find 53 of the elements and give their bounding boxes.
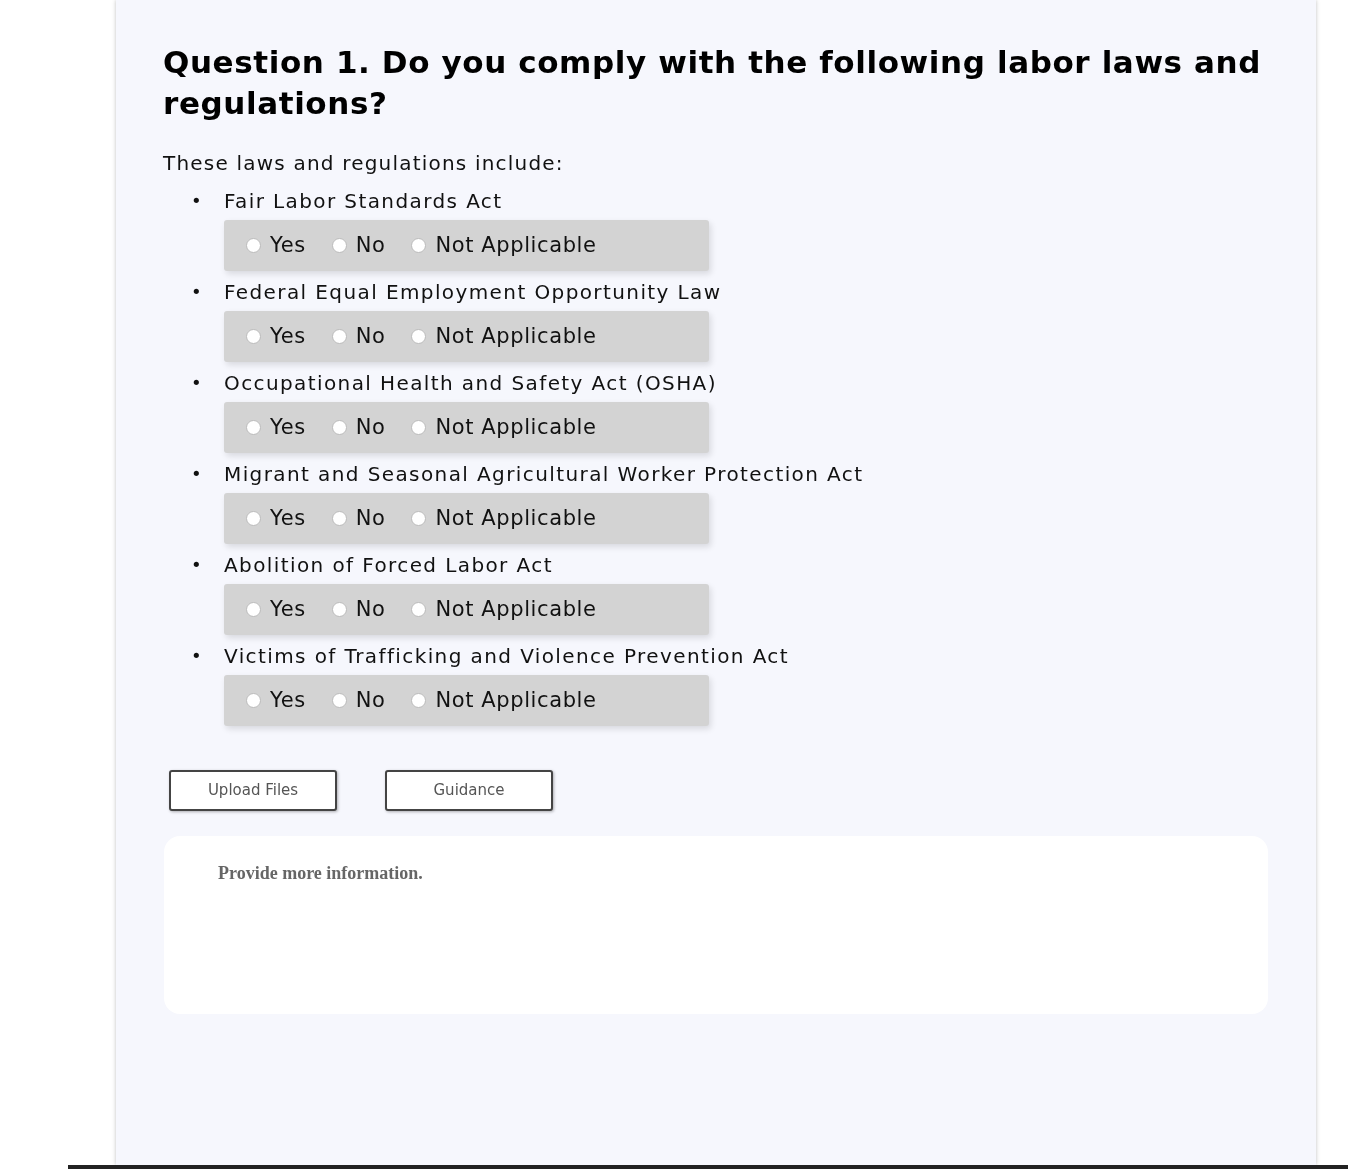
upload-files-button[interactable]: Upload Files bbox=[169, 770, 337, 811]
option-label[interactable]: No bbox=[355, 229, 386, 262]
bullet: • bbox=[191, 371, 203, 395]
bullet: • bbox=[191, 462, 203, 486]
law-name: Abolition of Forced Labor Act bbox=[224, 552, 554, 579]
radio-button[interactable] bbox=[331, 420, 347, 435]
intro-text: These laws and regulations include: bbox=[163, 150, 565, 177]
radio-button[interactable] bbox=[411, 511, 427, 526]
radio-button[interactable] bbox=[411, 238, 427, 253]
radio-button[interactable] bbox=[246, 420, 261, 435]
radio-button[interactable] bbox=[331, 329, 347, 344]
option-label[interactable]: Not Applicable bbox=[435, 502, 597, 535]
law-name: Federal Equal Employment Opportunity Law bbox=[224, 279, 723, 306]
law-name: Victims of Trafficking and Violence Prevention Act bbox=[224, 643, 790, 670]
radio-button[interactable] bbox=[246, 329, 261, 344]
radio-button[interactable] bbox=[411, 420, 427, 435]
law-name: Fair Labor Standards Act bbox=[224, 188, 504, 215]
radio-button[interactable] bbox=[246, 693, 261, 708]
radio-button[interactable] bbox=[331, 238, 347, 253]
option-label[interactable]: Not Applicable bbox=[435, 593, 597, 626]
option-label[interactable]: Yes bbox=[270, 229, 306, 262]
radio-button[interactable] bbox=[411, 329, 427, 344]
law-name: Occupational Health and Safety Act (OSHA) bbox=[224, 370, 718, 397]
option-label[interactable]: No bbox=[355, 502, 386, 535]
bullet: • bbox=[191, 553, 203, 577]
radio-button[interactable] bbox=[246, 238, 261, 253]
option-label[interactable]: Yes bbox=[270, 593, 306, 626]
radio-button[interactable] bbox=[411, 693, 427, 708]
option-label[interactable]: Yes bbox=[270, 320, 306, 353]
bullet: • bbox=[191, 644, 203, 668]
bullet: • bbox=[191, 280, 203, 304]
guidance-button[interactable]: Guidance bbox=[385, 770, 553, 811]
option-label[interactable]: Not Applicable bbox=[435, 411, 597, 444]
bullet: • bbox=[191, 189, 203, 213]
radio-button[interactable] bbox=[331, 602, 347, 617]
option-label[interactable]: Yes bbox=[270, 411, 306, 444]
details-field[interactable]: Provide more information. bbox=[164, 836, 1268, 1014]
radio-button[interactable] bbox=[331, 511, 347, 526]
radio-button[interactable] bbox=[246, 511, 261, 526]
radio-button[interactable] bbox=[411, 602, 427, 617]
option-label[interactable]: Not Applicable bbox=[435, 684, 597, 717]
option-label[interactable]: Not Applicable bbox=[435, 229, 597, 262]
option-label[interactable]: Not Applicable bbox=[435, 320, 597, 353]
option-label[interactable]: No bbox=[355, 593, 386, 626]
law-name: Migrant and Seasonal Agricultural Worker Protection Act bbox=[224, 461, 865, 488]
option-label[interactable]: No bbox=[355, 411, 386, 444]
option-label[interactable]: No bbox=[355, 684, 386, 717]
option-label[interactable]: Yes bbox=[270, 684, 306, 717]
question-title: Question 1. Do you comply with the following labor laws and regulations? bbox=[163, 43, 1263, 123]
option-label[interactable]: No bbox=[355, 320, 386, 353]
radio-button[interactable] bbox=[246, 602, 261, 617]
radio-button[interactable] bbox=[331, 693, 347, 708]
option-label[interactable]: Yes bbox=[270, 502, 306, 535]
